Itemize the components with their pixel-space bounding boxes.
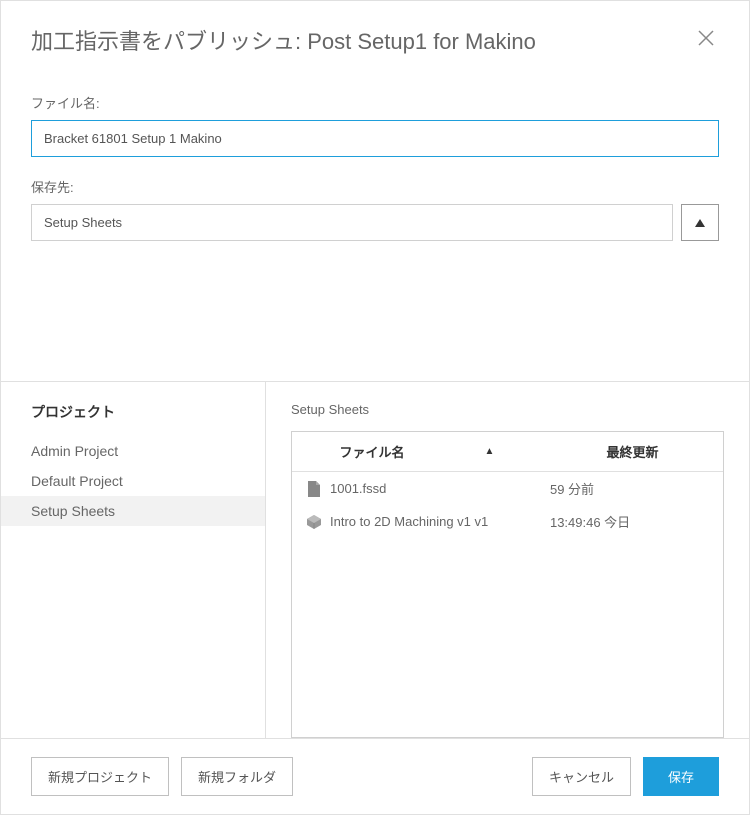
close-button[interactable] [693,23,719,57]
project-sidebar: プロジェクト Admin Project Default Project Set… [1,382,266,738]
save-location-display[interactable]: Setup Sheets [31,204,673,241]
sidebar-title: プロジェクト [31,402,265,422]
save-button[interactable]: 保存 [643,757,719,796]
filename-input[interactable] [31,120,719,157]
file-icon [306,481,322,497]
column-header-name[interactable]: ファイル名 ▲ [292,432,542,472]
project-item-admin[interactable]: Admin Project [1,436,265,466]
project-list: Admin Project Default Project Setup Shee… [1,436,265,526]
new-project-button[interactable]: 新規プロジェクト [31,757,169,796]
dialog-title: 加工指示書をパブリッシュ: Post Setup1 for Makino [31,24,536,56]
file-name: 1001.fssd [330,481,386,496]
publish-dialog: 加工指示書をパブリッシュ: Post Setup1 for Makino ファイ… [0,0,750,815]
footer-right: キャンセル 保存 [532,757,719,796]
save-location-row: Setup Sheets [31,204,719,241]
save-location-label: 保存先: [31,177,719,196]
sort-up-icon: ▲ [485,446,495,457]
file-date: 13:49:46 今日 [542,505,723,538]
project-item-setup-sheets[interactable]: Setup Sheets [1,496,265,526]
table-row[interactable]: Intro to 2D Machining v1 v1 13:49:46 今日 [292,505,723,538]
triangle-up-icon [694,218,706,228]
footer-left: 新規プロジェクト 新規フォルダ [31,757,293,796]
close-icon [697,29,715,47]
file-browser: プロジェクト Admin Project Default Project Set… [1,381,749,738]
save-location-group: 保存先: Setup Sheets [31,177,719,241]
cube-icon [306,514,322,530]
column-name-label: ファイル名 [340,442,405,461]
filename-group: ファイル名: [31,93,719,157]
table-row[interactable]: 1001.fssd 59 分前 [292,472,723,506]
file-date: 59 分前 [542,472,723,506]
project-item-default[interactable]: Default Project [1,466,265,496]
column-header-date[interactable]: 最終更新 [542,432,723,472]
form-section: ファイル名: 保存先: Setup Sheets [1,77,749,271]
dialog-footer: 新規プロジェクト 新規フォルダ キャンセル 保存 [1,738,749,814]
collapse-button[interactable] [681,204,719,241]
file-table-wrap: ファイル名 ▲ 最終更新 [291,431,724,738]
new-folder-button[interactable]: 新規フォルダ [181,757,293,796]
dialog-header: 加工指示書をパブリッシュ: Post Setup1 for Makino [1,1,749,77]
file-area: Setup Sheets ファイル名 ▲ 最終更新 [266,382,749,738]
file-table: ファイル名 ▲ 最終更新 [292,432,723,538]
breadcrumb: Setup Sheets [291,402,724,417]
cancel-button[interactable]: キャンセル [532,757,631,796]
file-name: Intro to 2D Machining v1 v1 [330,514,488,529]
filename-label: ファイル名: [31,93,719,112]
